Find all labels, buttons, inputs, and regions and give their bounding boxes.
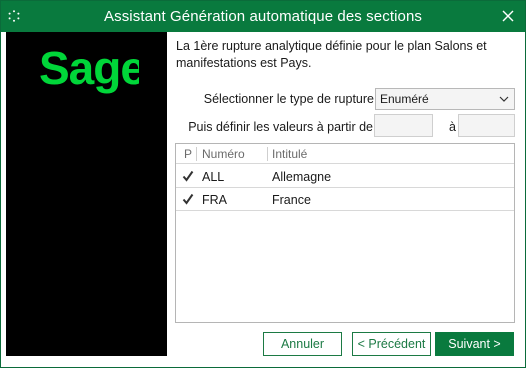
- window-title: Assistant Génération automatique des sec…: [103, 8, 422, 25]
- rupture-type-select[interactable]: Enuméré: [375, 88, 515, 110]
- row-numero: ALL: [202, 170, 225, 184]
- column-divider[interactable]: [196, 147, 197, 161]
- cancel-button[interactable]: Annuler: [263, 332, 342, 356]
- info-message-line-2: manifestations est Pays.: [176, 56, 312, 70]
- check-icon[interactable]: [182, 170, 194, 182]
- row-intitule: Allemagne: [272, 170, 332, 184]
- value-from-input[interactable]: [375, 115, 432, 136]
- sections-list[interactable]: P Numéro Intitulé ALL Allemagne FRA Fran…: [175, 143, 515, 323]
- check-icon[interactable]: [182, 193, 194, 205]
- column-divider[interactable]: [267, 147, 268, 161]
- column-header-numero[interactable]: Numéro: [202, 147, 245, 161]
- sage-logo: Sage: [39, 46, 139, 94]
- sidebar-panel: Sage: [6, 32, 167, 356]
- row-intitule: France: [272, 193, 311, 207]
- sage-logo-text: Sage: [39, 46, 139, 94]
- value-to-label: à: [449, 120, 456, 134]
- list-row[interactable]: ALL Allemagne: [176, 165, 514, 188]
- value-to-field[interactable]: [458, 114, 515, 137]
- column-header-intitule[interactable]: Intitulé: [272, 147, 307, 161]
- rupture-type-value: Enuméré: [380, 92, 429, 106]
- list-header: P Numéro Intitulé: [176, 144, 514, 164]
- chevron-down-icon: [499, 96, 509, 102]
- column-header-p[interactable]: P: [184, 147, 192, 161]
- title-bar: Assistant Génération automatique des sec…: [1, 1, 525, 32]
- info-message-line-1: La 1ère rupture analytique définie pour …: [176, 39, 487, 53]
- wizard-window: Assistant Génération automatique des sec…: [0, 0, 526, 368]
- value-from-field[interactable]: [374, 114, 433, 137]
- row-numero: FRA: [202, 193, 227, 207]
- next-button[interactable]: Suivant >: [435, 332, 514, 356]
- wizard-content: La 1ère rupture analytique définie pour …: [167, 32, 521, 356]
- rupture-type-label: Sélectionner le type de rupture: [203, 92, 374, 106]
- list-row[interactable]: FRA France: [176, 188, 514, 211]
- info-message: La 1ère rupture analytique définie pour …: [176, 38, 511, 72]
- value-to-input[interactable]: [459, 115, 514, 136]
- close-icon[interactable]: [499, 7, 517, 25]
- previous-button[interactable]: < Précédent: [352, 332, 431, 356]
- value-range-label: Puis définir les valeurs à partir de: [188, 120, 373, 134]
